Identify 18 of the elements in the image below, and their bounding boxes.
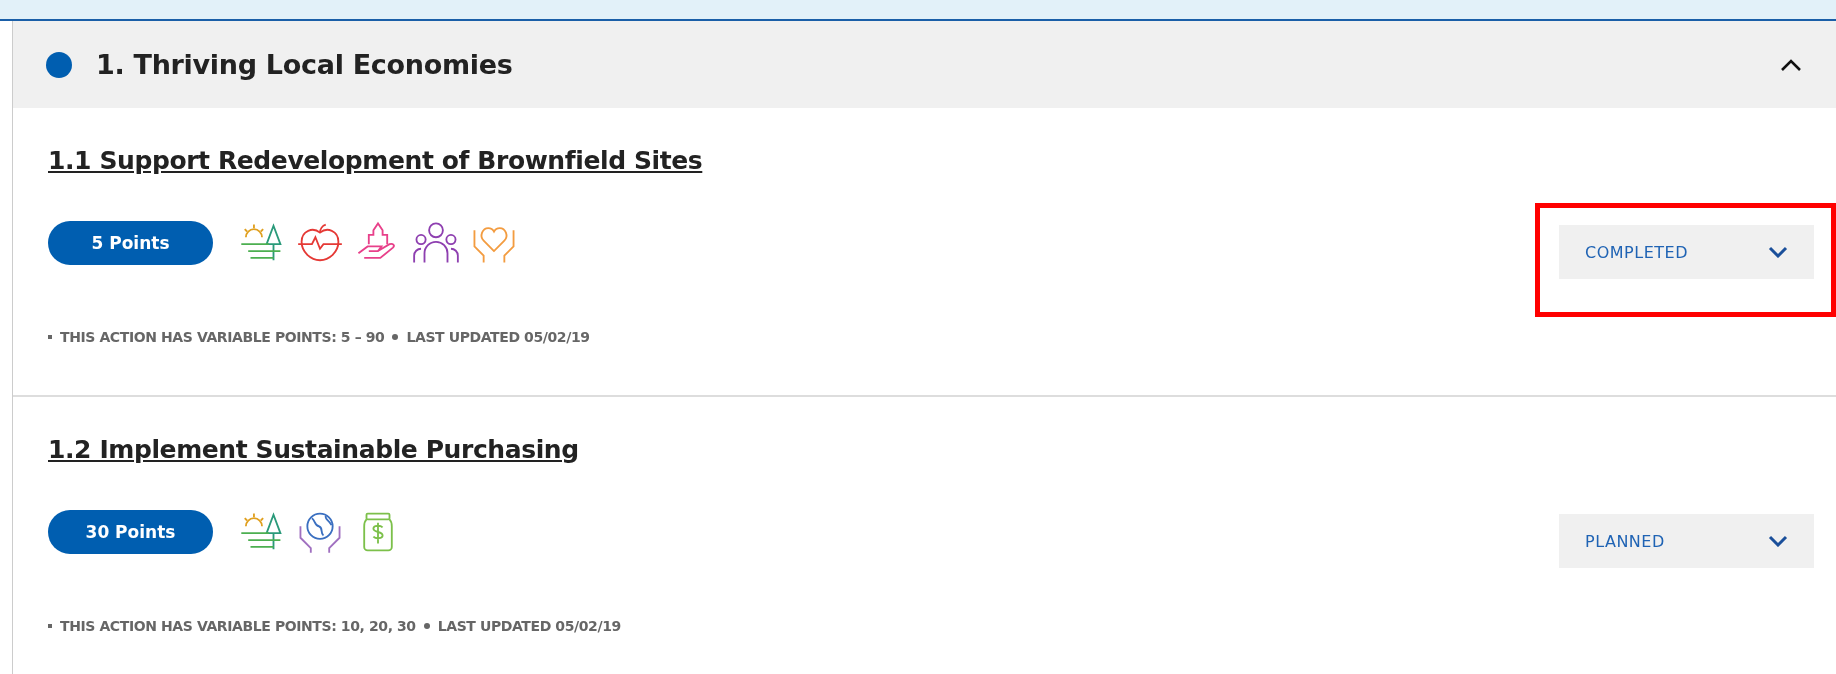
section-dot-icon	[46, 51, 72, 78]
chevron-down-icon	[1768, 246, 1788, 258]
points-badge: 30 Points	[48, 510, 213, 554]
variable-points-text: THIS ACTION HAS VARIABLE POINTS: 10, 20, 30	[60, 618, 416, 634]
chevron-down-icon	[1768, 535, 1788, 547]
section-title: 1. Thriving Local Economies	[96, 49, 514, 80]
status-dropdown[interactable]: COMPLETED	[1559, 225, 1814, 279]
points-badge: 5 Points	[48, 221, 213, 265]
action-title-link[interactable]: 1.2 Implement Sustainable Purchasing	[48, 435, 579, 464]
action-title-link[interactable]: 1.1 Support Redevelopment of Brownfield Sites	[48, 146, 703, 175]
section-header[interactable]: 1. Thriving Local Economies	[13, 21, 1836, 108]
last-updated-text: LAST UPDATED 05/02/19	[406, 329, 590, 345]
hands-globe-icon	[297, 510, 343, 554]
variable-points-text: THIS ACTION HAS VARIABLE POINTS: 5 – 90	[60, 329, 385, 345]
last-updated-text: LAST UPDATED 05/02/19	[437, 618, 621, 634]
people-group-icon	[413, 221, 459, 265]
status-dropdown[interactable]: PLANNED	[1559, 514, 1814, 568]
chevron-up-icon	[1780, 57, 1802, 72]
